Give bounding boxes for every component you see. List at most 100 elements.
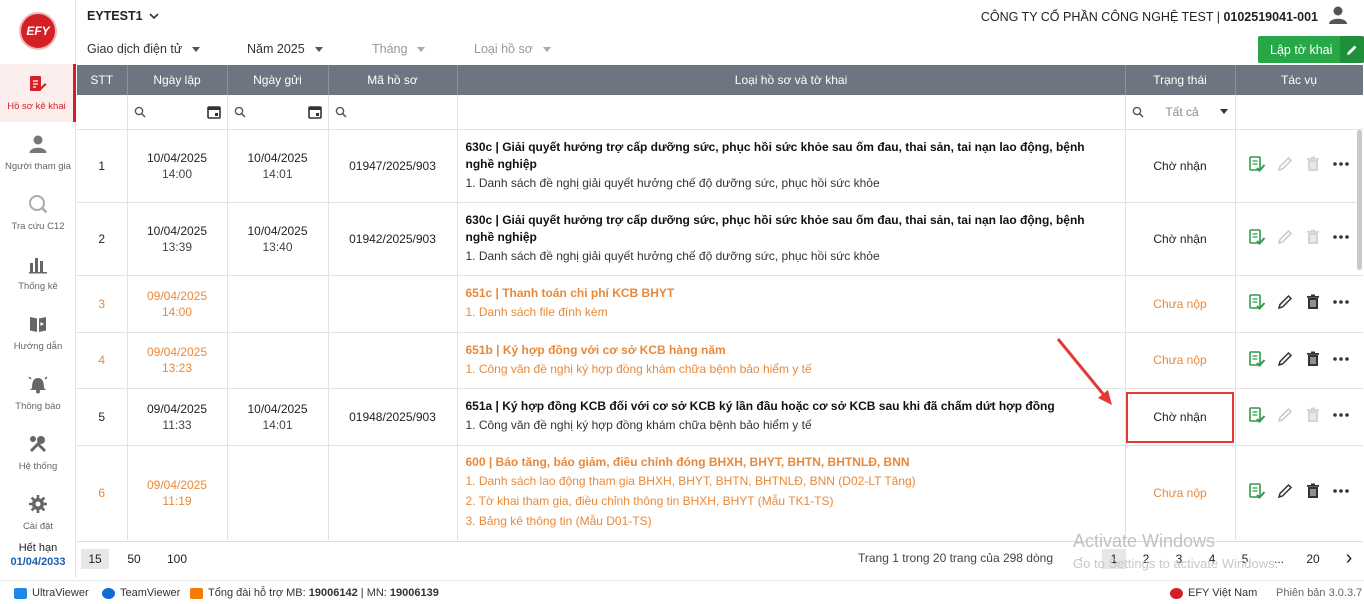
- declaration-cell[interactable]: 651b | Ký hợp đồng với cơ sở KCB hàng nă…: [457, 332, 1126, 389]
- teamviewer-link[interactable]: TeamViewer: [102, 587, 180, 599]
- more-options-icon[interactable]: [1332, 155, 1350, 176]
- table-row[interactable]: 6 09/04/2025 11:19 600 | Báo tăng, báo gi…: [77, 445, 1363, 540]
- actions-filter-cell: [1235, 95, 1363, 130]
- sidebar-item-7[interactable]: Cài đặt: [0, 484, 76, 542]
- table-row[interactable]: 4 09/04/2025 13:23 651b | Ký hợp đồng với…: [77, 332, 1363, 389]
- more-options-icon[interactable]: [1332, 482, 1350, 503]
- page-size-option[interactable]: 50: [120, 549, 148, 569]
- create-declaration-button[interactable]: Lập tờ khai: [1258, 36, 1364, 63]
- edit-pencil-icon[interactable]: [1276, 293, 1294, 314]
- sidebar-item-3[interactable]: Thống kê: [0, 244, 76, 302]
- table-row[interactable]: 1 10/04/2025 14:00 10/04/2025 14:01 01947/…: [77, 129, 1363, 203]
- check-document-icon[interactable]: [1248, 293, 1266, 314]
- created-date: 10/04/2025: [146, 223, 208, 238]
- code-filter[interactable]: [328, 95, 458, 130]
- edit-pencil-icon[interactable]: [1276, 350, 1294, 371]
- sub-document[interactable]: 1. Công văn đề nghị ký hợp đồng khám chữ…: [466, 359, 1117, 379]
- status-badge: Chưa nộp: [1153, 485, 1207, 500]
- calendar-icon[interactable]: [307, 105, 322, 119]
- sub-document[interactable]: 1. Công văn đề nghị ký hợp đồng khám chữ…: [466, 415, 1117, 435]
- edit-pencil-icon[interactable]: [1276, 228, 1294, 249]
- activate-windows-title: Activate Windows: [1073, 531, 1216, 551]
- table-row[interactable]: 2 10/04/2025 13:39 10/04/2025 13:40 01942/…: [77, 202, 1363, 276]
- check-document-icon[interactable]: [1248, 482, 1266, 503]
- sidebar-item-6[interactable]: Hệ thống: [0, 424, 76, 482]
- doc-type-select[interactable]: Loại hồ sơ: [474, 42, 551, 56]
- gear-icon: [28, 494, 48, 521]
- type-filter-cell: [457, 95, 1126, 130]
- sidebar-item-1[interactable]: Người tham gia: [0, 124, 76, 182]
- declaration-title[interactable]: 630c | Giải quyết hưởng trợ cấp dưỡng sứ…: [466, 139, 1117, 173]
- column-header-0: STT: [77, 65, 128, 95]
- sub-document[interactable]: 3. Bảng kê thông tin (Mẫu D01-TS): [466, 511, 1117, 531]
- status-filter-value: Tất cả: [1165, 104, 1199, 119]
- check-document-icon[interactable]: [1248, 406, 1266, 427]
- sidebar-item-2[interactable]: Tra cứu C12: [0, 184, 76, 242]
- edit-pencil-icon[interactable]: [1276, 406, 1294, 427]
- row-number: 4: [77, 332, 128, 389]
- page-number-button[interactable]: 20: [1301, 549, 1325, 569]
- check-document-icon[interactable]: [1248, 350, 1266, 371]
- declaration-cell[interactable]: 630c | Giải quyết hưởng trợ cấp dưỡng sứ…: [457, 129, 1126, 203]
- trash-icon[interactable]: [1304, 293, 1322, 314]
- page-size-option[interactable]: 100: [163, 549, 191, 569]
- sub-document[interactable]: 1. Danh sách lao động tham gia BHXH, BHY…: [466, 471, 1117, 491]
- doc-type-placeholder: Loại hồ sơ: [474, 42, 533, 56]
- tenant-selector[interactable]: EYTEST1: [87, 9, 159, 23]
- declaration-cell[interactable]: 600 | Báo tăng, báo giảm, điều chỉnh đón…: [457, 445, 1126, 540]
- pagination-info: Trang 1 trong 20 trang của 298 dòng: [857, 551, 1053, 565]
- declaration-cell[interactable]: 651a | Ký hợp đồng KCB đối với cơ sở KCB…: [457, 388, 1126, 446]
- declarations-table: STT Ngày lập Ngày gửi Mã hồ sơ Loại hồ sơ và…: [77, 65, 1363, 540]
- month-select[interactable]: Tháng: [372, 42, 426, 56]
- trash-icon[interactable]: [1304, 482, 1322, 503]
- created-date-filter[interactable]: [127, 95, 228, 130]
- sidebar-item-label: Người tham gia: [5, 161, 71, 172]
- more-options-icon[interactable]: [1332, 350, 1350, 371]
- check-document-icon[interactable]: [1248, 228, 1266, 249]
- sub-document[interactable]: 1. Danh sách file đính kèm: [466, 302, 1117, 322]
- sub-document[interactable]: 2. Tờ khai tham gia, điều chỉnh thông ti…: [466, 491, 1117, 511]
- created-time: 13:23: [161, 361, 193, 375]
- edit-pencil-icon[interactable]: [1276, 155, 1294, 176]
- year-select[interactable]: Năm 2025: [247, 42, 323, 56]
- status-filter[interactable]: Tất cả: [1125, 95, 1236, 130]
- table-row[interactable]: 3 09/04/2025 14:00 651c | Thanh toán chi …: [77, 275, 1363, 333]
- status-bar: UltraViewer TeamViewer Tổng đài hỗ trợ M…: [0, 580, 1364, 604]
- more-options-icon[interactable]: [1332, 406, 1350, 427]
- declaration-title[interactable]: 651b | Ký hợp đồng với cơ sở KCB hàng nă…: [466, 342, 1117, 359]
- more-options-icon[interactable]: [1332, 228, 1350, 249]
- trash-icon[interactable]: [1304, 228, 1322, 249]
- sidebar-item-label: Thống kê: [18, 281, 58, 292]
- declaration-title[interactable]: 600 | Báo tăng, báo giảm, điều chỉnh đón…: [466, 454, 1117, 471]
- sidebar-item-0[interactable]: Hồ sơ kê khai: [0, 64, 76, 122]
- trash-icon[interactable]: [1304, 406, 1322, 427]
- caret-down-icon: [1220, 109, 1229, 115]
- user-icon[interactable]: [1328, 5, 1348, 25]
- created-cell: 09/04/2025 11:33: [127, 388, 228, 446]
- declaration-title[interactable]: 630c | Giải quyết hưởng trợ cấp dưỡng sứ…: [466, 212, 1117, 246]
- more-options-icon[interactable]: [1332, 293, 1350, 314]
- sub-document[interactable]: 1. Danh sách đề nghị giải quyết hưởng ch…: [466, 246, 1117, 266]
- next-page-button[interactable]: ›: [1337, 548, 1361, 569]
- column-header-5: Trạng thái: [1125, 65, 1236, 95]
- created-date: 10/04/2025: [146, 150, 208, 165]
- edit-pencil-icon[interactable]: [1276, 482, 1294, 503]
- check-document-icon[interactable]: [1248, 155, 1266, 176]
- declaration-cell[interactable]: 630c | Giải quyết hưởng trợ cấp dưỡng sứ…: [457, 202, 1126, 276]
- sidebar-item-5[interactable]: Thông báo: [0, 364, 76, 422]
- actions-cell: [1235, 275, 1363, 333]
- trash-icon[interactable]: [1304, 155, 1322, 176]
- ultraviewer-link[interactable]: UltraViewer: [14, 587, 89, 599]
- sent-date-filter[interactable]: [227, 95, 329, 130]
- efy-logo[interactable]: EFY: [19, 12, 57, 50]
- sidebar-item-4[interactable]: Hướng dẫn: [0, 304, 76, 362]
- trash-icon[interactable]: [1304, 350, 1322, 371]
- declaration-title[interactable]: 651a | Ký hợp đồng KCB đối với cơ sở KCB…: [466, 398, 1117, 415]
- calendar-icon[interactable]: [206, 105, 221, 119]
- page-size-option[interactable]: 15: [81, 549, 109, 569]
- declaration-title[interactable]: 651c | Thanh toán chi phí KCB BHYT: [466, 285, 1117, 302]
- transaction-type-select[interactable]: Giao dịch điện tử: [87, 42, 201, 56]
- vertical-scrollbar[interactable]: [1357, 130, 1362, 270]
- declaration-cell[interactable]: 651c | Thanh toán chi phí KCB BHYT 1. Dan…: [457, 275, 1126, 333]
- sub-document[interactable]: 1. Danh sách đề nghị giải quyết hưởng ch…: [466, 173, 1117, 193]
